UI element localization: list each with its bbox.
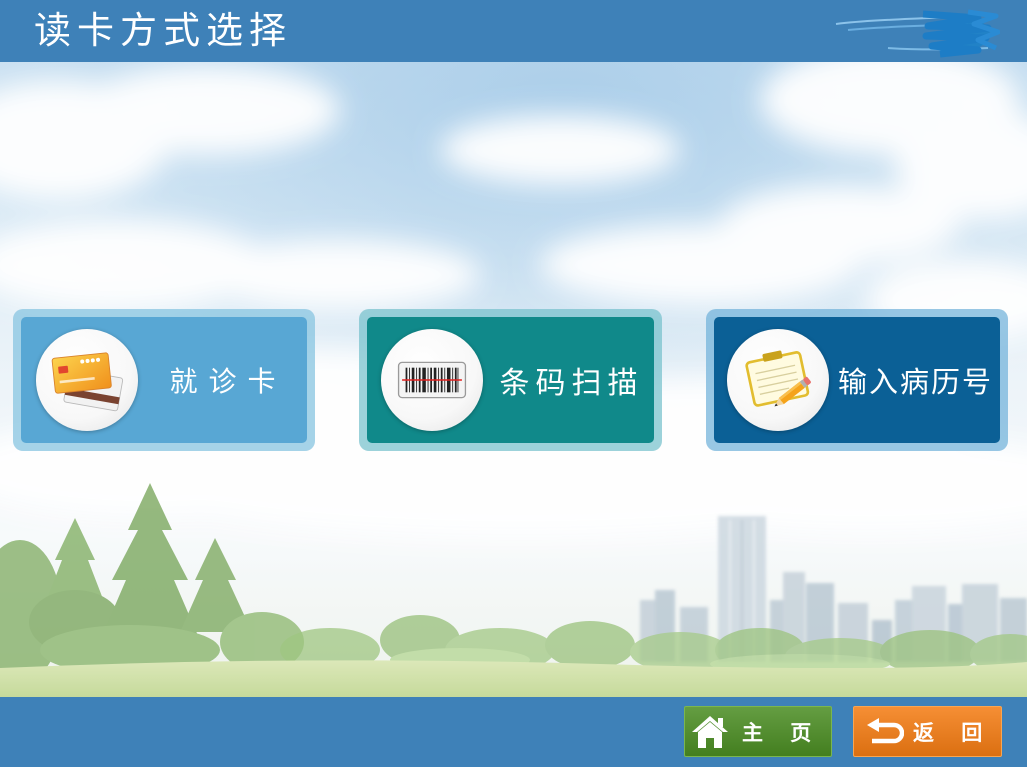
page-title: 读卡方式选择 — [34, 9, 292, 52]
option-button-enter-record-number[interactable]: 输入病历号 — [706, 309, 1008, 451]
option-label-enter-record-number: 输入病历号 — [837, 365, 993, 399]
option-panel[interactable]: 条码扫描 — [367, 317, 654, 443]
back-button[interactable]: 返 回 — [853, 706, 1002, 757]
option-button-barcode-scan[interactable]: 条码扫描 — [359, 309, 662, 451]
option-label-medical-card: 就诊卡 — [169, 365, 287, 398]
clipboard-pencil-icon — [745, 350, 811, 407]
option-panel[interactable]: 就诊卡 — [21, 317, 307, 443]
header-bar: 读卡方式选择 — [0, 0, 1027, 62]
barcode-scan-icon — [397, 361, 467, 399]
option-icon-circle — [381, 329, 483, 431]
home-button-label: 主 页 — [742, 720, 822, 745]
card-reading-method-screen: 读卡方式选择 就诊卡 条码扫描 输入病历号 主 页 返 回 — [0, 0, 1027, 767]
footer-bar: 主 页 返 回 — [0, 697, 1027, 767]
home-button[interactable]: 主 页 — [684, 706, 832, 757]
return-arrow-icon — [867, 717, 904, 743]
option-label-barcode-scan: 条码扫描 — [499, 366, 644, 401]
option-icon-circle — [727, 329, 829, 431]
option-panel[interactable]: 输入病历号 — [714, 317, 1000, 443]
option-button-medical-card[interactable]: 就诊卡 — [13, 309, 315, 451]
medical-card-icon — [51, 352, 124, 412]
option-icon-circle — [36, 329, 138, 431]
redacted-logo-scribble — [835, 9, 1000, 58]
back-button-label: 返 回 — [913, 720, 993, 745]
home-icon — [692, 715, 728, 748]
